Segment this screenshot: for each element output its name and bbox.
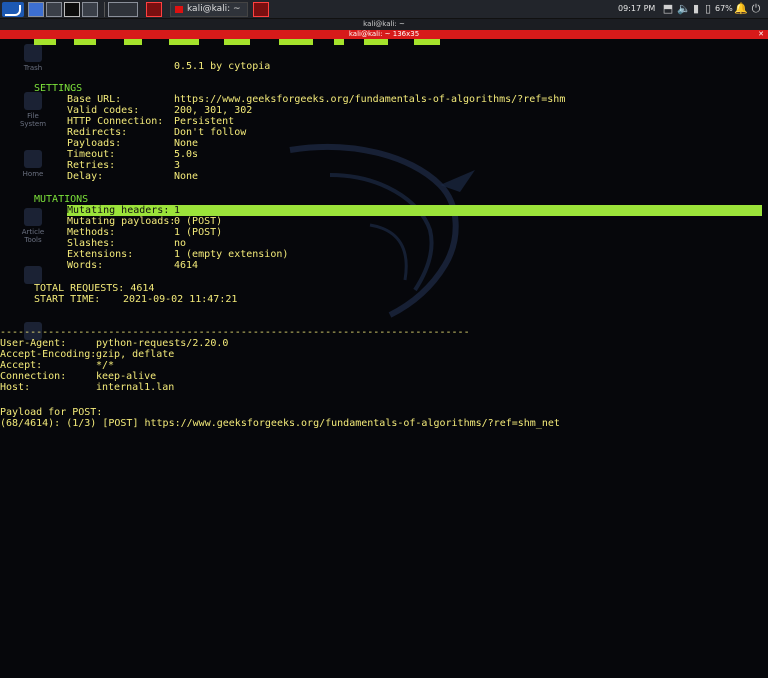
version-line: 0.5.1 by cytopia xyxy=(174,61,271,72)
setting-key: Retries: xyxy=(67,160,116,171)
setting-value: 5.0s xyxy=(174,149,199,160)
setting-key: Base URL: xyxy=(67,94,122,105)
workspace-1-button[interactable] xyxy=(108,2,138,17)
setting-value: 3 xyxy=(174,160,181,171)
mutation-value: 1 (POST) xyxy=(174,227,223,238)
browser-icon[interactable] xyxy=(82,2,98,17)
setting-key: Timeout: xyxy=(67,149,116,160)
window-thumbnail-icon[interactable] xyxy=(253,2,269,17)
divider: ----------------------------------------… xyxy=(0,327,470,338)
header-key: Accept: xyxy=(0,360,43,371)
mutation-value: 4614 xyxy=(174,260,199,271)
clock[interactable]: 09:17 PM xyxy=(618,4,655,13)
mutation-key: Extensions: xyxy=(67,249,134,260)
mutation-value: 1 (empty extension) xyxy=(174,249,289,260)
terminal-title-bar[interactable]: kali@kali: ~ 136x35 ✕ xyxy=(0,30,768,39)
setting-key: Valid codes: xyxy=(67,105,140,116)
setting-value: Persistent xyxy=(174,116,235,127)
notifications-bell-icon[interactable]: 🔔 xyxy=(734,3,748,15)
header-value: gzip, deflate xyxy=(96,349,175,360)
terminal-launcher-icon[interactable] xyxy=(64,2,80,17)
mutation-key: Methods: xyxy=(67,227,116,238)
setting-value: https://www.geeksforgeeks.org/fundamenta… xyxy=(174,94,566,105)
show-desktop-icon[interactable] xyxy=(28,2,44,17)
mutation-value: no xyxy=(174,238,187,249)
header-value: keep-alive xyxy=(96,371,157,382)
battery-icon[interactable]: ▯ xyxy=(702,3,714,15)
taskbar-window-terminal[interactable]: kali@kali: ~ xyxy=(170,2,248,17)
header-value: python-requests/2.20.0 xyxy=(96,338,229,349)
start-time: 2021-09-02 11:47:21 xyxy=(123,294,238,305)
taskbar: kali@kali: ~ 09:17 PM ⬒ 🔈 ▮ ▯ 67% 🔔 ⏻ xyxy=(0,0,768,19)
settings-header: SETTINGS xyxy=(34,83,83,94)
header-key: Connection: xyxy=(0,371,67,382)
setting-key: Payloads: xyxy=(67,138,122,149)
mutation-value: 1 xyxy=(174,205,181,216)
terminal-title: kali@kali: ~ 136x35 xyxy=(348,30,420,38)
power-icon[interactable]: ⏻ xyxy=(750,3,762,15)
setting-value: Don't follow xyxy=(174,127,247,138)
payload-label: Payload for POST: xyxy=(0,407,103,418)
progress-line: (68/4614): (1/3) [POST] https://www.geek… xyxy=(0,418,560,429)
setting-key: HTTP Connection: xyxy=(67,116,164,127)
mutation-row-highlighted xyxy=(67,205,762,216)
header-value: */* xyxy=(96,360,115,371)
taskbar-window-label: kali@kali: ~ xyxy=(187,4,241,14)
terminal-output[interactable]: 0.5.1 by cytopia SETTINGS Base URL: http… xyxy=(0,39,768,432)
network-icon[interactable]: ⬒ xyxy=(662,3,674,15)
kali-menu-button[interactable] xyxy=(2,2,24,17)
header-key: Accept-Encoding: xyxy=(0,349,97,360)
volume-icon[interactable]: 🔈 xyxy=(677,3,691,15)
battery-percent: 67% xyxy=(715,4,733,13)
mutation-key: Words: xyxy=(67,260,104,271)
mutation-value: 0 (POST) xyxy=(174,216,223,227)
close-icon[interactable]: ✕ xyxy=(758,30,764,39)
header-value: internal1.lan xyxy=(96,382,175,393)
mutation-key: Mutating headers: xyxy=(67,205,170,216)
setting-value: None xyxy=(174,138,199,149)
workspace-preview-icon[interactable] xyxy=(146,2,162,17)
file-manager-icon[interactable] xyxy=(46,2,62,17)
volume-level-icon: ▮ xyxy=(692,2,700,15)
total-requests: TOTAL REQUESTS: 4614 xyxy=(34,283,155,294)
start-time-label: START TIME: xyxy=(34,294,101,305)
mutation-key: Slashes: xyxy=(67,238,116,249)
window-title-bar[interactable]: kali@kali: ~ xyxy=(0,19,768,30)
setting-value: None xyxy=(174,171,199,182)
mutation-key: Mutating payloads: xyxy=(67,216,176,227)
setting-key: Delay: xyxy=(67,171,104,182)
setting-key: Redirects: xyxy=(67,127,128,138)
setting-value: 200, 301, 302 xyxy=(174,105,253,116)
header-key: Host: xyxy=(0,382,31,393)
mutations-header: MUTATIONS xyxy=(34,194,89,205)
header-key: User-Agent: xyxy=(0,338,67,349)
